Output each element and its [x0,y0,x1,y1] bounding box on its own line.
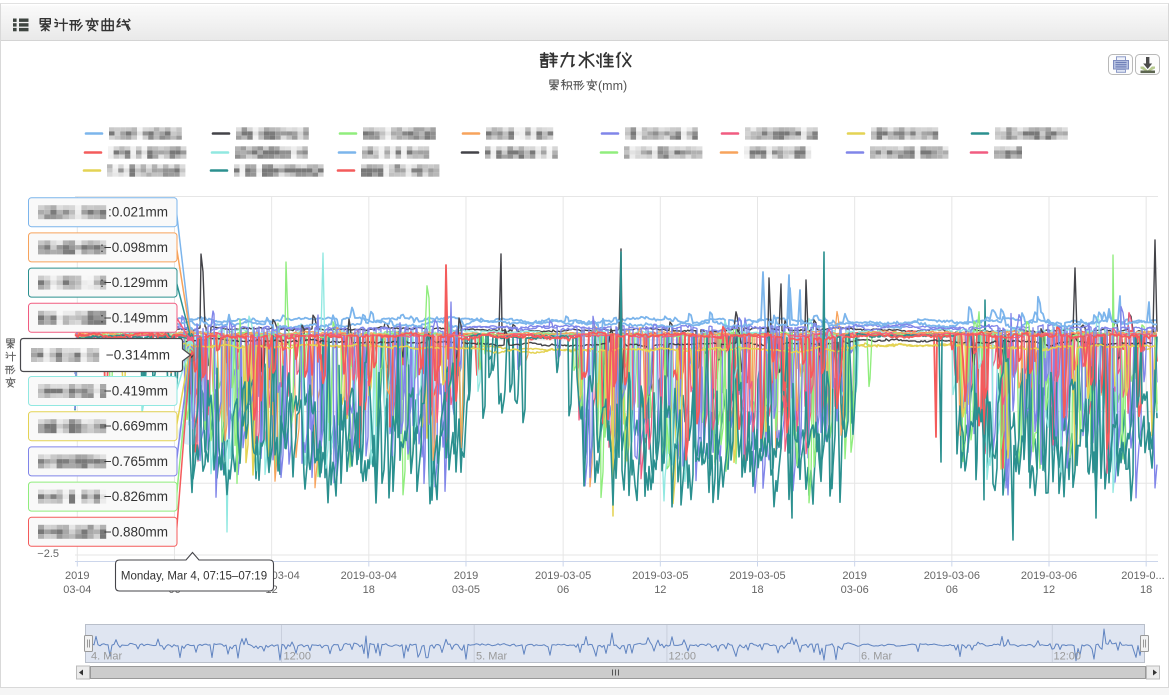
svg-text:2019-03-05: 2019-03-05 [632,570,688,582]
svg-text:5. Mar: 5. Mar [476,651,508,663]
svg-text:12:00: 12:00 [284,651,312,663]
svg-text:18: 18 [363,584,375,596]
svg-text:Monday, Mar 4, 07:15–07:19: Monday, Mar 4, 07:15–07:19 [121,571,267,583]
svg-text::−0.129mm: :−0.129mm [100,275,168,290]
svg-text:12: 12 [654,584,666,596]
svg-text:−2.5: −2.5 [37,548,59,560]
svg-text:2019-03-05: 2019-03-05 [535,570,591,582]
svg-text::−0.098mm: :−0.098mm [100,240,168,255]
svg-text:−0.669mm: −0.669mm [104,419,168,434]
svg-text:2019-03-06: 2019-03-06 [1021,570,1077,582]
svg-text:12:00: 12:00 [669,651,697,663]
svg-text:2019: 2019 [65,570,89,582]
svg-text:4. Mar: 4. Mar [91,651,123,663]
svg-text:03-06: 03-06 [841,584,869,596]
svg-text:12: 12 [1043,584,1055,596]
svg-text:06: 06 [557,584,569,596]
svg-text:2019: 2019 [842,570,866,582]
svg-text:(mm): (mm) [598,79,627,93]
svg-text:−0.880mm: −0.880mm [104,524,168,539]
svg-text:03-05: 03-05 [452,584,480,596]
svg-text:−0.826mm: −0.826mm [104,489,168,504]
svg-text:12:00: 12:00 [1054,651,1082,663]
svg-text:6. Mar: 6. Mar [861,651,893,663]
svg-text:2019-0...: 2019-0... [1121,570,1164,582]
svg-text:2019-03-05: 2019-03-05 [729,570,785,582]
svg-text:−0.314mm: −0.314mm [106,348,170,363]
svg-text:2019-03-06: 2019-03-06 [924,570,980,582]
svg-text:2019-03-04: 2019-03-04 [341,570,397,582]
svg-text:18: 18 [751,584,763,596]
svg-text:2019: 2019 [454,570,478,582]
svg-text:03-04: 03-04 [63,584,91,596]
svg-text:06: 06 [946,584,958,596]
svg-text:−0.765mm: −0.765mm [104,454,168,469]
svg-text:−0.419mm: −0.419mm [104,384,168,399]
svg-text::0.021mm: :0.021mm [108,205,168,220]
svg-text:18: 18 [1140,584,1152,596]
svg-text::−0.149mm: :−0.149mm [100,310,168,325]
